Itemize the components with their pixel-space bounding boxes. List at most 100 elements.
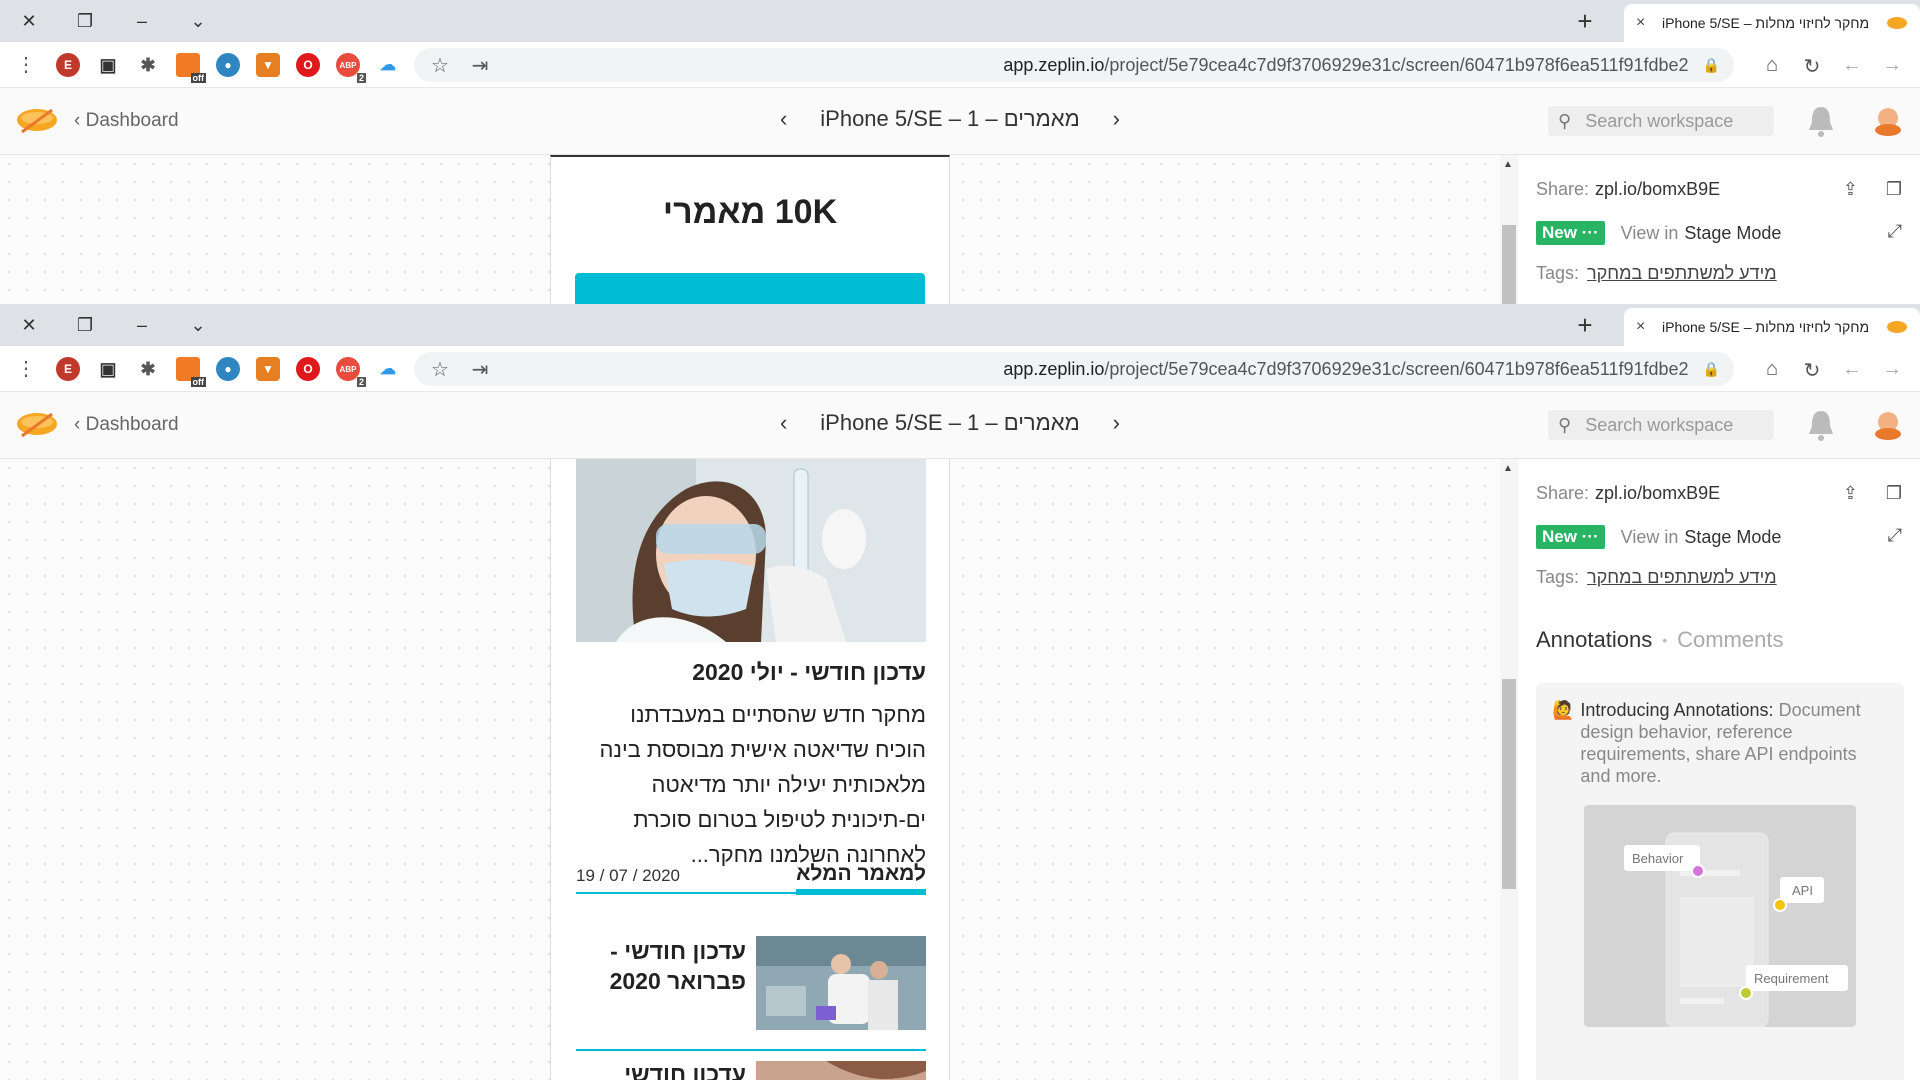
read-more-underline [796, 889, 926, 895]
reload-icon[interactable]: ↻ [1800, 54, 1824, 79]
restore-window-button[interactable]: ❐ [70, 310, 100, 340]
artboard-articles[interactable]: עדכון חודשי - יולי 2020 מחקר חדש שהסתיים… [550, 459, 950, 1080]
tag-link[interactable]: מידע למשתתפים במחקר [1587, 567, 1777, 588]
prev-screen-chevron-icon[interactable]: ‹ [780, 106, 787, 132]
new-tab-button[interactable]: + [1570, 6, 1600, 37]
user-avatar-icon[interactable] [1872, 408, 1904, 442]
extension-off-icon[interactable]: off [176, 357, 206, 387]
cloud-icon[interactable]: ☁ [376, 357, 400, 381]
address-bar[interactable]: ☆ ⇥ app.zeplin.io/project/5e79cea4c7d9f3… [414, 352, 1734, 386]
close-window-button[interactable]: ✕ [14, 6, 44, 36]
sidebar-icon[interactable]: ▣ [96, 53, 120, 77]
extension-e-icon[interactable]: E [56, 53, 80, 77]
bookmark-star-icon[interactable]: ☆ [428, 53, 452, 78]
extensions-puzzle-icon[interactable]: ✱ [136, 53, 160, 77]
canvas-scrollbar[interactable]: ▲ [1500, 155, 1518, 304]
opera-icon[interactable]: O [296, 53, 320, 77]
search-input[interactable]: ⚲ Search workspace [1548, 410, 1774, 440]
share-link[interactable]: zpl.io/bomxB9E [1595, 483, 1720, 504]
notification-bell-icon[interactable] [1806, 104, 1836, 138]
search-input[interactable]: ⚲ Search workspace [1548, 106, 1774, 136]
tab-close-icon[interactable]: × [1636, 14, 1654, 32]
reload-icon[interactable]: ↻ [1800, 358, 1824, 383]
browser-tab[interactable]: × iPhone 5/SE – מחקר לחיזוי מחלות [1624, 308, 1920, 346]
tab-search-chevron-icon[interactable]: ⌄ [183, 6, 213, 36]
share-page-icon[interactable]: ⇥ [468, 53, 492, 78]
expand-icon[interactable]: ⤢ [1888, 221, 1902, 242]
minimize-window-button[interactable]: – [127, 310, 157, 340]
design-canvas[interactable]: 10K מאמרי [0, 155, 1500, 304]
extension-globe-icon[interactable]: ● [216, 53, 240, 77]
notification-bell-icon[interactable] [1806, 408, 1836, 442]
extension-off-icon[interactable]: off [176, 53, 206, 83]
extensions-puzzle-icon[interactable]: ✱ [136, 357, 160, 381]
tab-close-icon[interactable]: × [1636, 318, 1654, 336]
design-canvas[interactable]: עדכון חודשי - יולי 2020 מחקר חדש שהסתיים… [0, 459, 1500, 1080]
minimize-window-button[interactable]: – [127, 6, 157, 36]
zeplin-favicon-icon [1887, 17, 1907, 29]
restore-window-button[interactable]: ❐ [70, 6, 100, 36]
accent-button[interactable] [575, 273, 925, 304]
lock-icon[interactable]: 🔒 [1703, 361, 1720, 378]
back-icon[interactable]: ← [1840, 358, 1864, 381]
artboard-top[interactable]: 10K מאמרי [550, 155, 950, 304]
bookmark-star-icon[interactable]: ☆ [428, 357, 452, 382]
read-more-link[interactable]: למאמר המלא [796, 862, 926, 895]
extension-e-icon[interactable]: E [56, 357, 80, 381]
expand-icon[interactable]: ⤢ [1888, 525, 1902, 546]
adblock-icon[interactable]: ABP 2 [336, 53, 366, 83]
next-screen-chevron-icon[interactable]: › [1113, 106, 1120, 132]
metamask-icon[interactable]: ▼ [256, 357, 280, 381]
off-badge: off [190, 73, 206, 83]
adblock-icon[interactable]: ABP 2 [336, 357, 366, 387]
copy-icon[interactable]: ❐ [1886, 179, 1902, 200]
share-link[interactable]: zpl.io/bomxB9E [1595, 179, 1720, 200]
lock-icon[interactable]: 🔒 [1703, 57, 1720, 74]
export-icon[interactable]: ⇪ [1843, 483, 1858, 504]
scroll-up-icon[interactable]: ▲ [1503, 159, 1513, 170]
screen-title-nav: ‹ iPhone 5/SE – 1 – מאמרים › [780, 106, 1120, 132]
zeplin-logo-icon[interactable] [14, 406, 60, 444]
tab-search-chevron-icon[interactable]: ⌄ [183, 310, 213, 340]
extension-globe-icon[interactable]: ● [216, 357, 240, 381]
browser-tab[interactable]: × iPhone 5/SE – מחקר לחיזוי מחלות [1624, 4, 1920, 42]
metamask-icon[interactable]: ▼ [256, 53, 280, 77]
zeplin-logo-icon[interactable] [14, 102, 60, 140]
canvas-scrollbar[interactable]: ▲ [1500, 459, 1518, 1080]
scroll-up-icon[interactable]: ▲ [1503, 463, 1513, 474]
next-screen-chevron-icon[interactable]: › [1113, 410, 1120, 436]
cloud-icon[interactable]: ☁ [376, 53, 400, 77]
article-thumb-lab[interactable] [756, 936, 926, 1030]
scroll-thumb[interactable] [1502, 225, 1516, 304]
back-icon[interactable]: ← [1840, 54, 1864, 77]
tag-link[interactable]: מידע למשתתפים במחקר [1587, 263, 1777, 284]
stage-mode-link[interactable]: Stage Mode [1684, 527, 1781, 548]
new-tab-button[interactable]: + [1570, 310, 1600, 341]
article-hero-image[interactable] [576, 459, 926, 642]
dashboard-back-link[interactable]: ‹ Dashboard [74, 110, 179, 132]
opera-icon[interactable]: O [296, 357, 320, 381]
prev-screen-chevron-icon[interactable]: ‹ [780, 410, 787, 436]
dashboard-back-link[interactable]: ‹ Dashboard [74, 414, 179, 436]
scroll-thumb[interactable] [1502, 679, 1516, 889]
close-window-button[interactable]: ✕ [14, 310, 44, 340]
address-bar[interactable]: ☆ ⇥ app.zeplin.io/project/5e79cea4c7d9f3… [414, 48, 1734, 82]
export-icon[interactable]: ⇪ [1843, 179, 1858, 200]
share-page-icon[interactable]: ⇥ [468, 357, 492, 382]
forward-icon[interactable]: → [1880, 358, 1904, 381]
article-thumb-3[interactable] [756, 1061, 926, 1080]
title-bar: ✕ ❐ – ⌄ + × iPhone 5/SE – מחקר לחיזוי מח… [0, 304, 1920, 346]
tab-annotations[interactable]: Annotations [1536, 627, 1652, 653]
forward-icon[interactable]: → [1880, 54, 1904, 77]
home-icon[interactable]: ⌂ [1760, 54, 1784, 77]
zeplin-favicon-icon [1887, 321, 1907, 333]
menu-dots-icon[interactable]: ⋮ [14, 52, 38, 77]
stage-mode-link[interactable]: Stage Mode [1684, 223, 1781, 244]
tab-comments[interactable]: Comments [1677, 627, 1783, 653]
menu-dots-icon[interactable]: ⋮ [14, 356, 38, 381]
copy-icon[interactable]: ❐ [1886, 483, 1902, 504]
home-icon[interactable]: ⌂ [1760, 358, 1784, 381]
toolbar: ⋮ E ▣ ✱ off ● ▼ O ABP 2 ☁ ☆ ⇥ app.zeplin.… [0, 346, 1920, 392]
sidebar-icon[interactable]: ▣ [96, 357, 120, 381]
user-avatar-icon[interactable] [1872, 104, 1904, 138]
